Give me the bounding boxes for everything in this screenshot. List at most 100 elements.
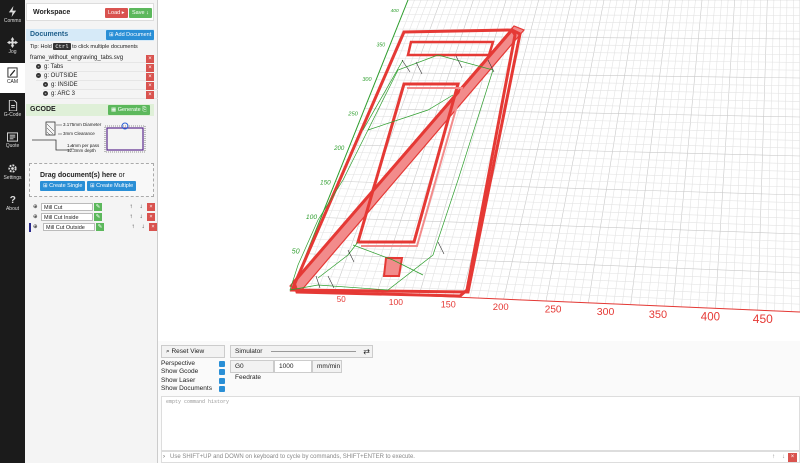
collapse-icon[interactable]: − xyxy=(36,72,41,78)
feedrate-input[interactable]: 1000 xyxy=(274,360,312,373)
move-up-button[interactable]: ↑ xyxy=(127,203,135,211)
expand-operation-icon[interactable]: ⊕ xyxy=(33,213,38,222)
workspace-grid[interactable]: 50 100 150 200 250 300 350 400 450 50 100 150 200 25… xyxy=(158,0,800,341)
nav-cam[interactable]: CAM xyxy=(0,63,25,93)
expand-icon[interactable]: + xyxy=(43,81,48,87)
simulator-slider[interactable] xyxy=(271,351,356,352)
expand-icon[interactable]: + xyxy=(43,90,48,96)
show-documents-toggle[interactable]: Show Documents xyxy=(161,385,225,393)
quote-icon xyxy=(7,132,18,142)
remove-document-button[interactable]: × xyxy=(146,91,154,99)
operation-row: ⊕ Mill Cut ✎ ↑ ↓ × xyxy=(29,203,155,212)
move-down-button[interactable]: ↓ xyxy=(137,203,145,211)
edit-operation-button[interactable]: ✎ xyxy=(94,213,102,221)
edit-operation-button[interactable]: ✎ xyxy=(96,223,104,231)
document-item[interactable]: frame_without_engraving_tabs.svg xyxy=(30,54,148,63)
clear-history-button[interactable]: × xyxy=(788,453,797,462)
documents-title: Documents xyxy=(30,31,69,38)
show-laser-checkbox[interactable] xyxy=(219,378,225,384)
grid-line xyxy=(320,217,800,235)
remove-operation-button[interactable]: × xyxy=(147,213,155,221)
save-button[interactable]: Save ↓ xyxy=(129,8,152,18)
operation-select[interactable]: Mill Cut xyxy=(41,203,93,211)
show-laser-toggle[interactable]: Show Laser xyxy=(161,377,225,385)
x-tick-label: 350 xyxy=(649,309,667,321)
show-laser-label: Show Laser xyxy=(161,377,196,384)
document-item-label: frame_without_engraving_tabs.svg xyxy=(30,55,124,61)
grid-lines xyxy=(291,0,800,313)
document-item[interactable]: + g: ARC 3 xyxy=(43,90,161,99)
y-tick-label: 50 xyxy=(292,248,300,255)
documents-header: Documents ⊞ Add Document xyxy=(26,29,155,41)
expand-icon[interactable]: + xyxy=(36,63,41,69)
y-tick-label: 100 xyxy=(306,214,317,221)
gcode-header: GCODE ▦ Generate ⎘ xyxy=(26,104,154,116)
expand-operation-icon[interactable]: ⊕ xyxy=(33,223,38,232)
document-item-label: g: OUTSIDE xyxy=(44,73,78,79)
operation-select[interactable]: Mill Cut Outside xyxy=(43,223,95,231)
operation-label: Mill Cut Outside xyxy=(46,225,85,231)
nav-gcode[interactable]: G-Code xyxy=(0,96,25,126)
nav-comms-label: Comms xyxy=(3,18,22,24)
show-gcode-label: Show Gcode xyxy=(161,368,199,375)
cut-diagram: 3.175mm Diameter 3mm Clearance 1.4mm per… xyxy=(30,120,148,158)
feedrate-unit: mm/min xyxy=(317,363,341,370)
create-single-button[interactable]: ⊞ Create Single xyxy=(40,181,86,191)
edit-operation-button[interactable]: ✎ xyxy=(94,203,102,211)
diameter-label: 3.175mm Diameter xyxy=(63,122,102,127)
reset-view-button[interactable]: ⌕ Reset View xyxy=(161,345,225,358)
grid-line xyxy=(326,202,800,219)
document-item[interactable]: − g: OUTSIDE xyxy=(36,72,154,81)
nav-jog-label: Jog xyxy=(8,49,17,55)
y-tick-label: 300 xyxy=(362,77,372,83)
search-icon: ⌕ xyxy=(166,348,170,355)
nav-jog[interactable]: Jog xyxy=(0,33,25,63)
nav-settings[interactable]: Settings xyxy=(0,159,25,189)
perspective-toggle[interactable]: Perspective xyxy=(161,360,225,368)
history-up-button[interactable]: ↑ xyxy=(772,452,775,463)
remove-document-button[interactable]: × xyxy=(146,73,154,81)
document-item[interactable]: + g: INSIDE xyxy=(43,81,161,90)
swap-icon[interactable]: ⇄ xyxy=(363,346,370,357)
nav-about[interactable]: ? About xyxy=(0,190,25,220)
x-tick-label: 450 xyxy=(753,312,773,326)
add-document-button[interactable]: ⊞ Add Document xyxy=(106,30,155,40)
remove-operation-button[interactable]: × xyxy=(149,223,157,231)
generate-button[interactable]: ▦ Generate ⎘ xyxy=(108,105,150,115)
x-tick-label: 300 xyxy=(597,306,615,318)
move-down-button[interactable]: ↓ xyxy=(139,223,147,231)
question-icon: ? xyxy=(9,195,15,205)
document-item[interactable]: + g: Tabs xyxy=(36,63,154,72)
remove-document-button[interactable]: × xyxy=(146,55,154,63)
create-multiple-button[interactable]: ⊞ Create Multiple xyxy=(87,181,137,191)
move-up-button[interactable]: ↑ xyxy=(127,213,135,221)
show-documents-checkbox[interactable] xyxy=(219,386,225,392)
remove-operation-button[interactable]: × xyxy=(147,203,155,211)
grid-line xyxy=(318,224,800,243)
clearance-label: 3mm Clearance xyxy=(63,131,95,136)
y-tick-label: 350 xyxy=(376,42,385,48)
grid-line xyxy=(309,246,800,266)
command-input[interactable]: › Use SHIFT+UP and DOWN on keyboard to c… xyxy=(161,451,800,463)
drop-or: or xyxy=(118,172,125,179)
history-down-button[interactable]: ↓ xyxy=(782,452,785,463)
remove-document-button[interactable]: × xyxy=(146,82,154,90)
show-gcode-toggle[interactable]: Show Gcode xyxy=(161,368,225,376)
nav-comms[interactable]: Comms xyxy=(0,2,25,32)
show-gcode-checkbox[interactable] xyxy=(219,369,225,375)
gear-icon xyxy=(8,164,17,173)
3d-viewport[interactable]: 50 100 150 200 250 300 350 400 450 50 100 150 200 25… xyxy=(158,0,800,341)
perspective-label: Perspective xyxy=(161,360,195,367)
depth-label: 12.3mm depth xyxy=(67,148,96,153)
load-label: Load xyxy=(108,10,121,16)
move-up-button[interactable]: ↑ xyxy=(129,223,137,231)
move-down-button[interactable]: ↓ xyxy=(137,213,145,221)
feedrate-unit-box: mm/min xyxy=(312,360,342,373)
remove-document-button[interactable]: × xyxy=(146,64,154,72)
nav-quote[interactable]: Quote xyxy=(0,128,25,158)
operation-select[interactable]: Mill Cut Inside xyxy=(41,213,93,221)
load-button[interactable]: Load ▸ xyxy=(105,8,128,18)
perspective-checkbox[interactable] xyxy=(219,361,225,367)
drop-zone[interactable]: Drag document(s) here or ⊞ Create Single… xyxy=(29,163,154,197)
expand-operation-icon[interactable]: ⊕ xyxy=(33,203,38,212)
